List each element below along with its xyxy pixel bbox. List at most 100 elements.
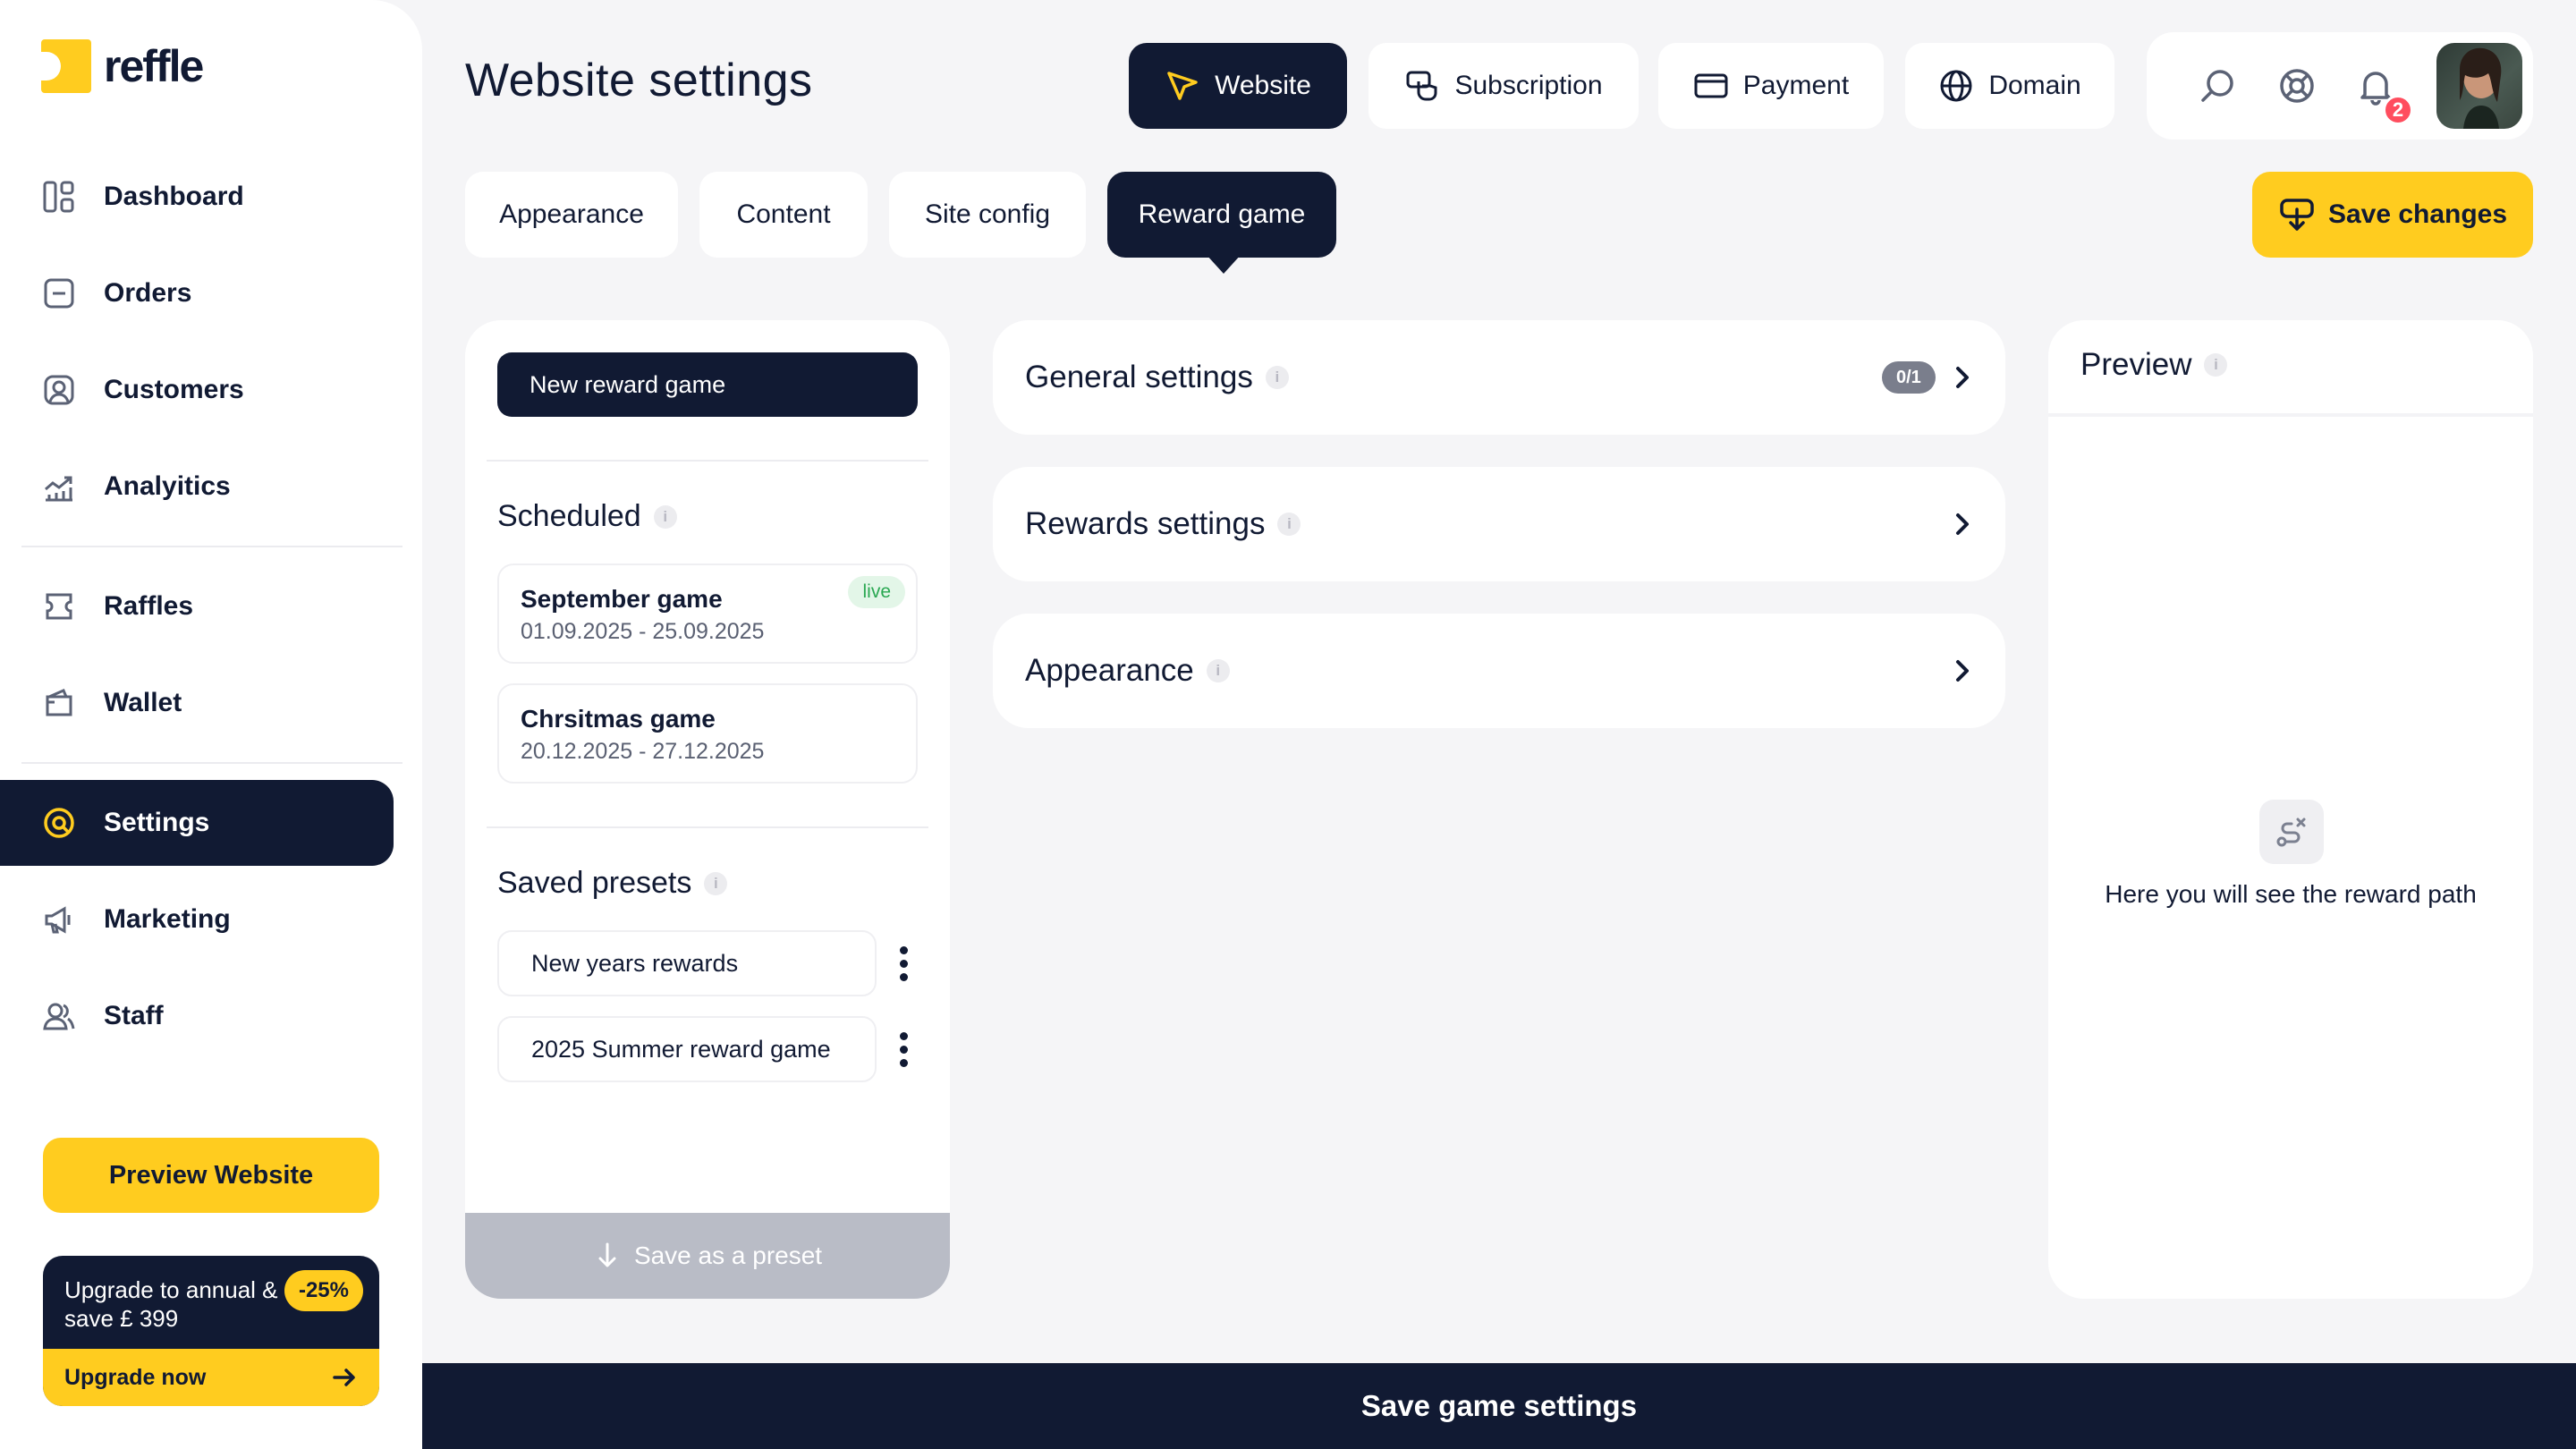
sidebar-item-settings[interactable]: Settings <box>0 780 394 866</box>
preview-panel: Preview i Here you will see the reward p… <box>2048 320 2533 1299</box>
section-title: General settings <box>1025 360 1253 394</box>
sidebar-item-label: Staff <box>104 1001 164 1030</box>
game-dates: 01.09.2025 - 25.09.2025 <box>521 619 765 644</box>
route-off-icon <box>2259 800 2324 864</box>
info-icon[interactable]: i <box>1277 513 1301 536</box>
sidebar-item-label: Raffles <box>104 591 194 621</box>
tab-label: Subscription <box>1454 71 1603 100</box>
sidebar-item-label: Analyitics <box>104 471 231 501</box>
sidebar-item-label: Marketing <box>104 904 231 934</box>
help-lifebuoy-icon[interactable] <box>2275 64 2318 107</box>
scheduled-game-card[interactable]: Chrsitmas game 20.12.2025 - 27.12.2025 <box>497 683 918 784</box>
tab-appearance[interactable]: Appearance <box>465 172 678 258</box>
tab-payment[interactable]: Payment <box>1658 43 1884 129</box>
sidebar-item-dashboard[interactable]: Dashboard <box>0 154 394 240</box>
preset-item[interactable]: 2025 Summer reward game <box>497 1016 877 1082</box>
preset-item[interactable]: New years rewards <box>497 930 877 996</box>
reward-games-panel: New reward game Scheduled i September ga… <box>465 320 950 1299</box>
arrow-right-icon <box>331 1364 358 1391</box>
customers-icon <box>41 372 77 408</box>
staff-icon <box>41 998 77 1034</box>
sidebar-item-marketing[interactable]: Marketing <box>0 877 394 962</box>
panel-divider <box>487 826 928 828</box>
discount-badge: -25% <box>284 1270 363 1311</box>
section-title: Rewards settings <box>1025 506 1266 541</box>
dashboard-icon <box>41 179 77 215</box>
tab-site-config[interactable]: Site config <box>889 172 1086 258</box>
scheduled-title: Scheduled <box>497 499 641 533</box>
save-game-settings-button[interactable]: Save game settings <box>422 1363 2576 1449</box>
active-tab-pointer <box>1206 254 1241 274</box>
sidebar-item-raffles[interactable]: Raffles <box>0 564 394 649</box>
panel-divider <box>487 460 928 462</box>
upgrade-card: Upgrade to annual & save £ 399 -25% Upgr… <box>43 1256 379 1406</box>
new-reward-game-button[interactable]: New reward game <box>497 352 918 417</box>
info-icon[interactable]: i <box>1265 366 1289 389</box>
megaphone-icon <box>41 902 77 937</box>
game-name: September game <box>521 585 723 613</box>
chevron-right-icon[interactable] <box>1941 356 1984 399</box>
sidebar-item-label: Wallet <box>104 688 182 717</box>
tab-domain[interactable]: Domain <box>1905 43 2114 129</box>
section-heading: Appearance i <box>1025 653 1230 689</box>
page-title: Website settings <box>465 55 813 106</box>
cursor-icon <box>1165 68 1200 104</box>
sidebar-divider <box>21 546 402 547</box>
live-status-badge: live <box>848 576 905 608</box>
rewards-settings-section[interactable]: Rewards settings i <box>993 467 2005 581</box>
tab-label: Website <box>1215 71 1311 100</box>
section-heading: Rewards settings i <box>1025 506 1301 542</box>
chevron-right-icon[interactable] <box>1941 649 1984 692</box>
logo-text: reffle <box>104 41 204 91</box>
preview-empty-text: Here you will see the reward path <box>2105 880 2477 908</box>
tab-website[interactable]: Website <box>1129 43 1347 129</box>
preview-website-button[interactable]: Preview Website <box>43 1138 379 1213</box>
search-icon[interactable] <box>2197 64 2240 107</box>
game-dates: 20.12.2025 - 27.12.2025 <box>521 739 765 764</box>
tab-label: Payment <box>1742 71 1850 100</box>
sidebar-item-staff[interactable]: Staff <box>0 973 394 1059</box>
preview-title: Preview <box>2080 347 2192 382</box>
save-changes-button[interactable]: Save changes <box>2252 172 2533 258</box>
save-as-preset-label: Save as a preset <box>633 1241 823 1269</box>
sidebar-item-customers[interactable]: Customers <box>0 347 394 433</box>
logo-mark-icon <box>39 39 91 93</box>
avatar[interactable] <box>2436 43 2522 129</box>
subscription-icon <box>1404 68 1440 104</box>
appearance-section[interactable]: Appearance i <box>993 614 2005 728</box>
info-icon[interactable]: i <box>704 871 728 895</box>
tab-subscription[interactable]: Subscription <box>1368 43 1639 129</box>
general-settings-section[interactable]: General settings i 0/1 <box>993 320 2005 435</box>
upgrade-text: Upgrade to annual & save £ 399 <box>64 1276 278 1332</box>
chevron-right-icon[interactable] <box>1941 503 1984 546</box>
ticket-icon <box>41 589 77 624</box>
card-icon <box>1693 68 1729 104</box>
info-icon[interactable]: i <box>2204 353 2228 377</box>
settings-icon <box>41 805 77 841</box>
more-options-icon[interactable] <box>886 930 921 996</box>
game-name: Chrsitmas game <box>521 705 716 733</box>
analytics-icon <box>41 469 77 504</box>
save-download-icon <box>2278 196 2316 233</box>
scheduled-game-card[interactable]: September game 01.09.2025 - 25.09.2025 l… <box>497 564 918 664</box>
upgrade-now-button[interactable]: Upgrade now <box>43 1349 379 1406</box>
section-title: Appearance <box>1025 653 1194 688</box>
sidebar-item-analytics[interactable]: Analyitics <box>0 444 394 530</box>
info-icon[interactable]: i <box>1206 659 1230 682</box>
progress-count-badge: 0/1 <box>1882 361 1936 394</box>
preview-heading: Preview i <box>2080 347 2228 383</box>
section-heading: General settings i <box>1025 360 1289 395</box>
logo[interactable]: reffle <box>39 39 204 93</box>
sidebar-item-label: Dashboard <box>104 182 244 211</box>
save-changes-label: Save changes <box>2327 199 2508 229</box>
info-icon[interactable]: i <box>653 504 677 529</box>
scheduled-heading: Scheduled i <box>497 499 677 534</box>
tab-content[interactable]: Content <box>699 172 868 258</box>
save-as-preset-button[interactable]: Save as a preset <box>465 1213 950 1299</box>
tab-reward-game[interactable]: Reward game <box>1107 172 1336 258</box>
preview-divider <box>2048 413 2533 417</box>
sidebar-item-label: Customers <box>104 375 244 404</box>
sidebar-item-orders[interactable]: Orders <box>0 250 394 336</box>
sidebar-item-wallet[interactable]: Wallet <box>0 660 394 746</box>
more-options-icon[interactable] <box>886 1016 921 1082</box>
